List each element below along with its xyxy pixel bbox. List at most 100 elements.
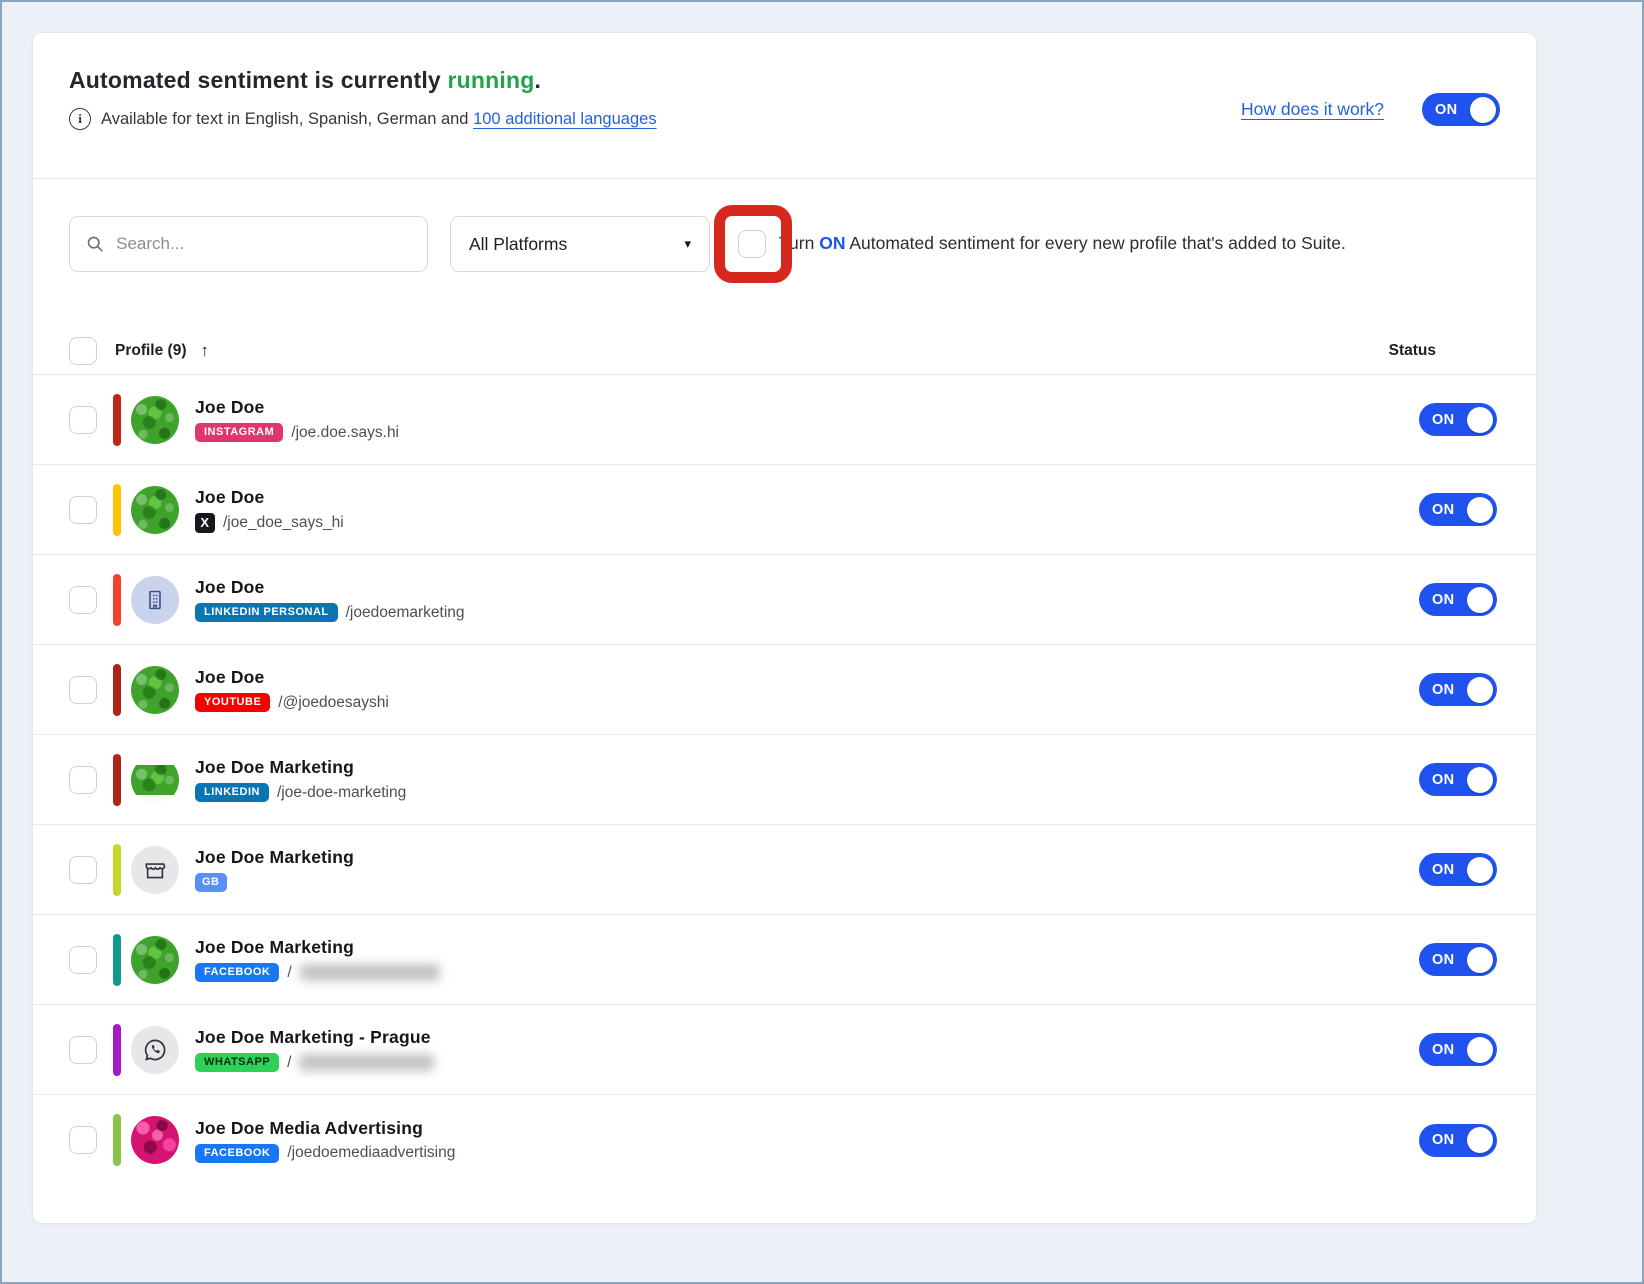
- toggle-on-label: ON: [1432, 1132, 1454, 1148]
- filter-bar: All Platforms ▾ Turn ON Automated sentim…: [33, 178, 1536, 328]
- row-toggle[interactable]: ON: [1419, 763, 1497, 796]
- new-profile-checkbox[interactable]: [738, 230, 766, 258]
- search-input[interactable]: [116, 234, 411, 254]
- profile-handle: /joe.doe.says.hi: [291, 424, 399, 442]
- toggle-knob: [1467, 587, 1493, 613]
- platform-filter-dropdown[interactable]: All Platforms ▾: [450, 216, 710, 272]
- profile-color-bar: [113, 1024, 121, 1076]
- table-row: Joe Doe Marketing LINKEDIN /joe-doe-mark…: [33, 735, 1536, 825]
- toggle-on-label: ON: [1432, 502, 1454, 518]
- profile-name: Joe Doe: [195, 577, 465, 598]
- toggle-on-label: ON: [1432, 592, 1454, 608]
- platform-filter-value: All Platforms: [469, 234, 567, 255]
- profile-name: Joe Doe: [195, 397, 399, 418]
- row-checkbox[interactable]: [69, 946, 97, 974]
- select-all-checkbox[interactable]: [69, 337, 97, 365]
- additional-languages-link[interactable]: 100 additional languages: [473, 110, 657, 128]
- building-icon: [143, 588, 167, 612]
- row-toggle[interactable]: ON: [1419, 943, 1497, 976]
- row-toggle[interactable]: ON: [1419, 1124, 1497, 1157]
- new-profile-label: Turn ON Automated sentiment for every ne…: [779, 233, 1346, 254]
- avatar: [131, 1026, 179, 1074]
- avatar: [131, 576, 179, 624]
- platform-badge: LINKEDIN PERSONAL: [195, 603, 338, 622]
- automated-sentiment-panel: Automated sentiment is currently running…: [32, 32, 1537, 1224]
- row-checkbox[interactable]: [69, 856, 97, 884]
- row-toggle[interactable]: ON: [1419, 493, 1497, 526]
- table-header: Profile (9) ↑ Status: [33, 328, 1536, 375]
- profile-handle: /: [287, 1054, 291, 1072]
- toggle-on-label: ON: [1432, 772, 1454, 788]
- profile-name: Joe Doe: [195, 667, 389, 688]
- toggle-knob: [1467, 1037, 1493, 1063]
- profile-handle: /@joedoesayshi: [278, 694, 389, 712]
- table-row: Joe Doe YOUTUBE /@joedoesayshi ON: [33, 645, 1536, 735]
- panel-header: Automated sentiment is currently running…: [33, 33, 1536, 178]
- profile-name: Joe Doe Marketing: [195, 757, 406, 778]
- toggle-on-label: ON: [1432, 862, 1454, 878]
- row-checkbox[interactable]: [69, 676, 97, 704]
- row-toggle[interactable]: ON: [1419, 403, 1497, 436]
- toggle-knob: [1467, 407, 1493, 433]
- profile-handle: /joe-doe-marketing: [277, 784, 406, 802]
- row-checkbox[interactable]: [69, 586, 97, 614]
- status-text: running: [448, 67, 535, 93]
- how-does-it-work-link[interactable]: How does it work?: [1241, 99, 1384, 120]
- row-toggle[interactable]: ON: [1419, 583, 1497, 616]
- toggle-knob: [1467, 677, 1493, 703]
- platform-badge: GB: [195, 873, 227, 892]
- profile-color-bar: [113, 664, 121, 716]
- profile-color-bar: [113, 844, 121, 896]
- platform-badge: X: [195, 513, 215, 533]
- table-row: Joe Doe X /joe_doe_says_hi ON: [33, 465, 1536, 555]
- table-row: Joe Doe INSTAGRAM /joe.doe.says.hi ON: [33, 375, 1536, 465]
- row-checkbox[interactable]: [69, 1036, 97, 1064]
- profile-color-bar: [113, 1114, 121, 1166]
- toggle-on-label: ON: [1435, 102, 1457, 118]
- table-row: Joe Doe Marketing GB ON: [33, 825, 1536, 915]
- profile-list: Joe Doe INSTAGRAM /joe.doe.says.hi ON Jo…: [33, 375, 1536, 1185]
- toggle-on-label: ON: [1432, 682, 1454, 698]
- toggle-on-label: ON: [1432, 952, 1454, 968]
- profile-name: Joe Doe Marketing: [195, 847, 354, 868]
- avatar: [131, 756, 179, 804]
- search-box: [69, 216, 428, 272]
- platform-badge: INSTAGRAM: [195, 423, 283, 442]
- page-background: Automated sentiment is currently running…: [0, 0, 1644, 1284]
- blurred-handle: [299, 1054, 434, 1071]
- whatsapp-icon: [141, 1036, 169, 1064]
- toggle-knob: [1467, 767, 1493, 793]
- row-toggle[interactable]: ON: [1419, 1033, 1497, 1066]
- platform-badge: LINKEDIN: [195, 783, 269, 802]
- profile-name: Joe Doe Marketing - Prague: [195, 1027, 434, 1048]
- sort-ascending-icon[interactable]: ↑: [200, 341, 209, 361]
- profile-name: Joe Doe Media Advertising: [195, 1118, 455, 1139]
- row-checkbox[interactable]: [69, 766, 97, 794]
- profile-name: Joe Doe Marketing: [195, 937, 440, 958]
- avatar: [131, 846, 179, 894]
- profile-color-bar: [113, 754, 121, 806]
- platform-badge: YOUTUBE: [195, 693, 270, 712]
- toggle-on-label: ON: [1432, 412, 1454, 428]
- toggle-knob: [1467, 857, 1493, 883]
- row-checkbox[interactable]: [69, 1126, 97, 1154]
- avatar: [131, 396, 179, 444]
- table-row: Joe Doe LINKEDIN PERSONAL /joedoemarketi…: [33, 555, 1536, 645]
- row-checkbox[interactable]: [69, 406, 97, 434]
- page-title: Automated sentiment is currently running…: [69, 67, 657, 94]
- avatar: [131, 486, 179, 534]
- profile-name: Joe Doe: [195, 487, 344, 508]
- row-toggle[interactable]: ON: [1419, 673, 1497, 706]
- toggle-on-label: ON: [1432, 1042, 1454, 1058]
- profile-color-bar: [113, 394, 121, 446]
- toggle-knob: [1467, 497, 1493, 523]
- row-toggle[interactable]: ON: [1419, 853, 1497, 886]
- row-checkbox[interactable]: [69, 496, 97, 524]
- profile-color-bar: [113, 484, 121, 536]
- chevron-down-icon: ▾: [684, 236, 691, 252]
- table-row: Joe Doe Marketing FACEBOOK / ON: [33, 915, 1536, 1005]
- avatar: [131, 1116, 179, 1164]
- master-toggle[interactable]: ON: [1422, 93, 1500, 126]
- profile-handle: /joedoemediaadvertising: [287, 1144, 455, 1162]
- info-icon: i: [69, 108, 91, 130]
